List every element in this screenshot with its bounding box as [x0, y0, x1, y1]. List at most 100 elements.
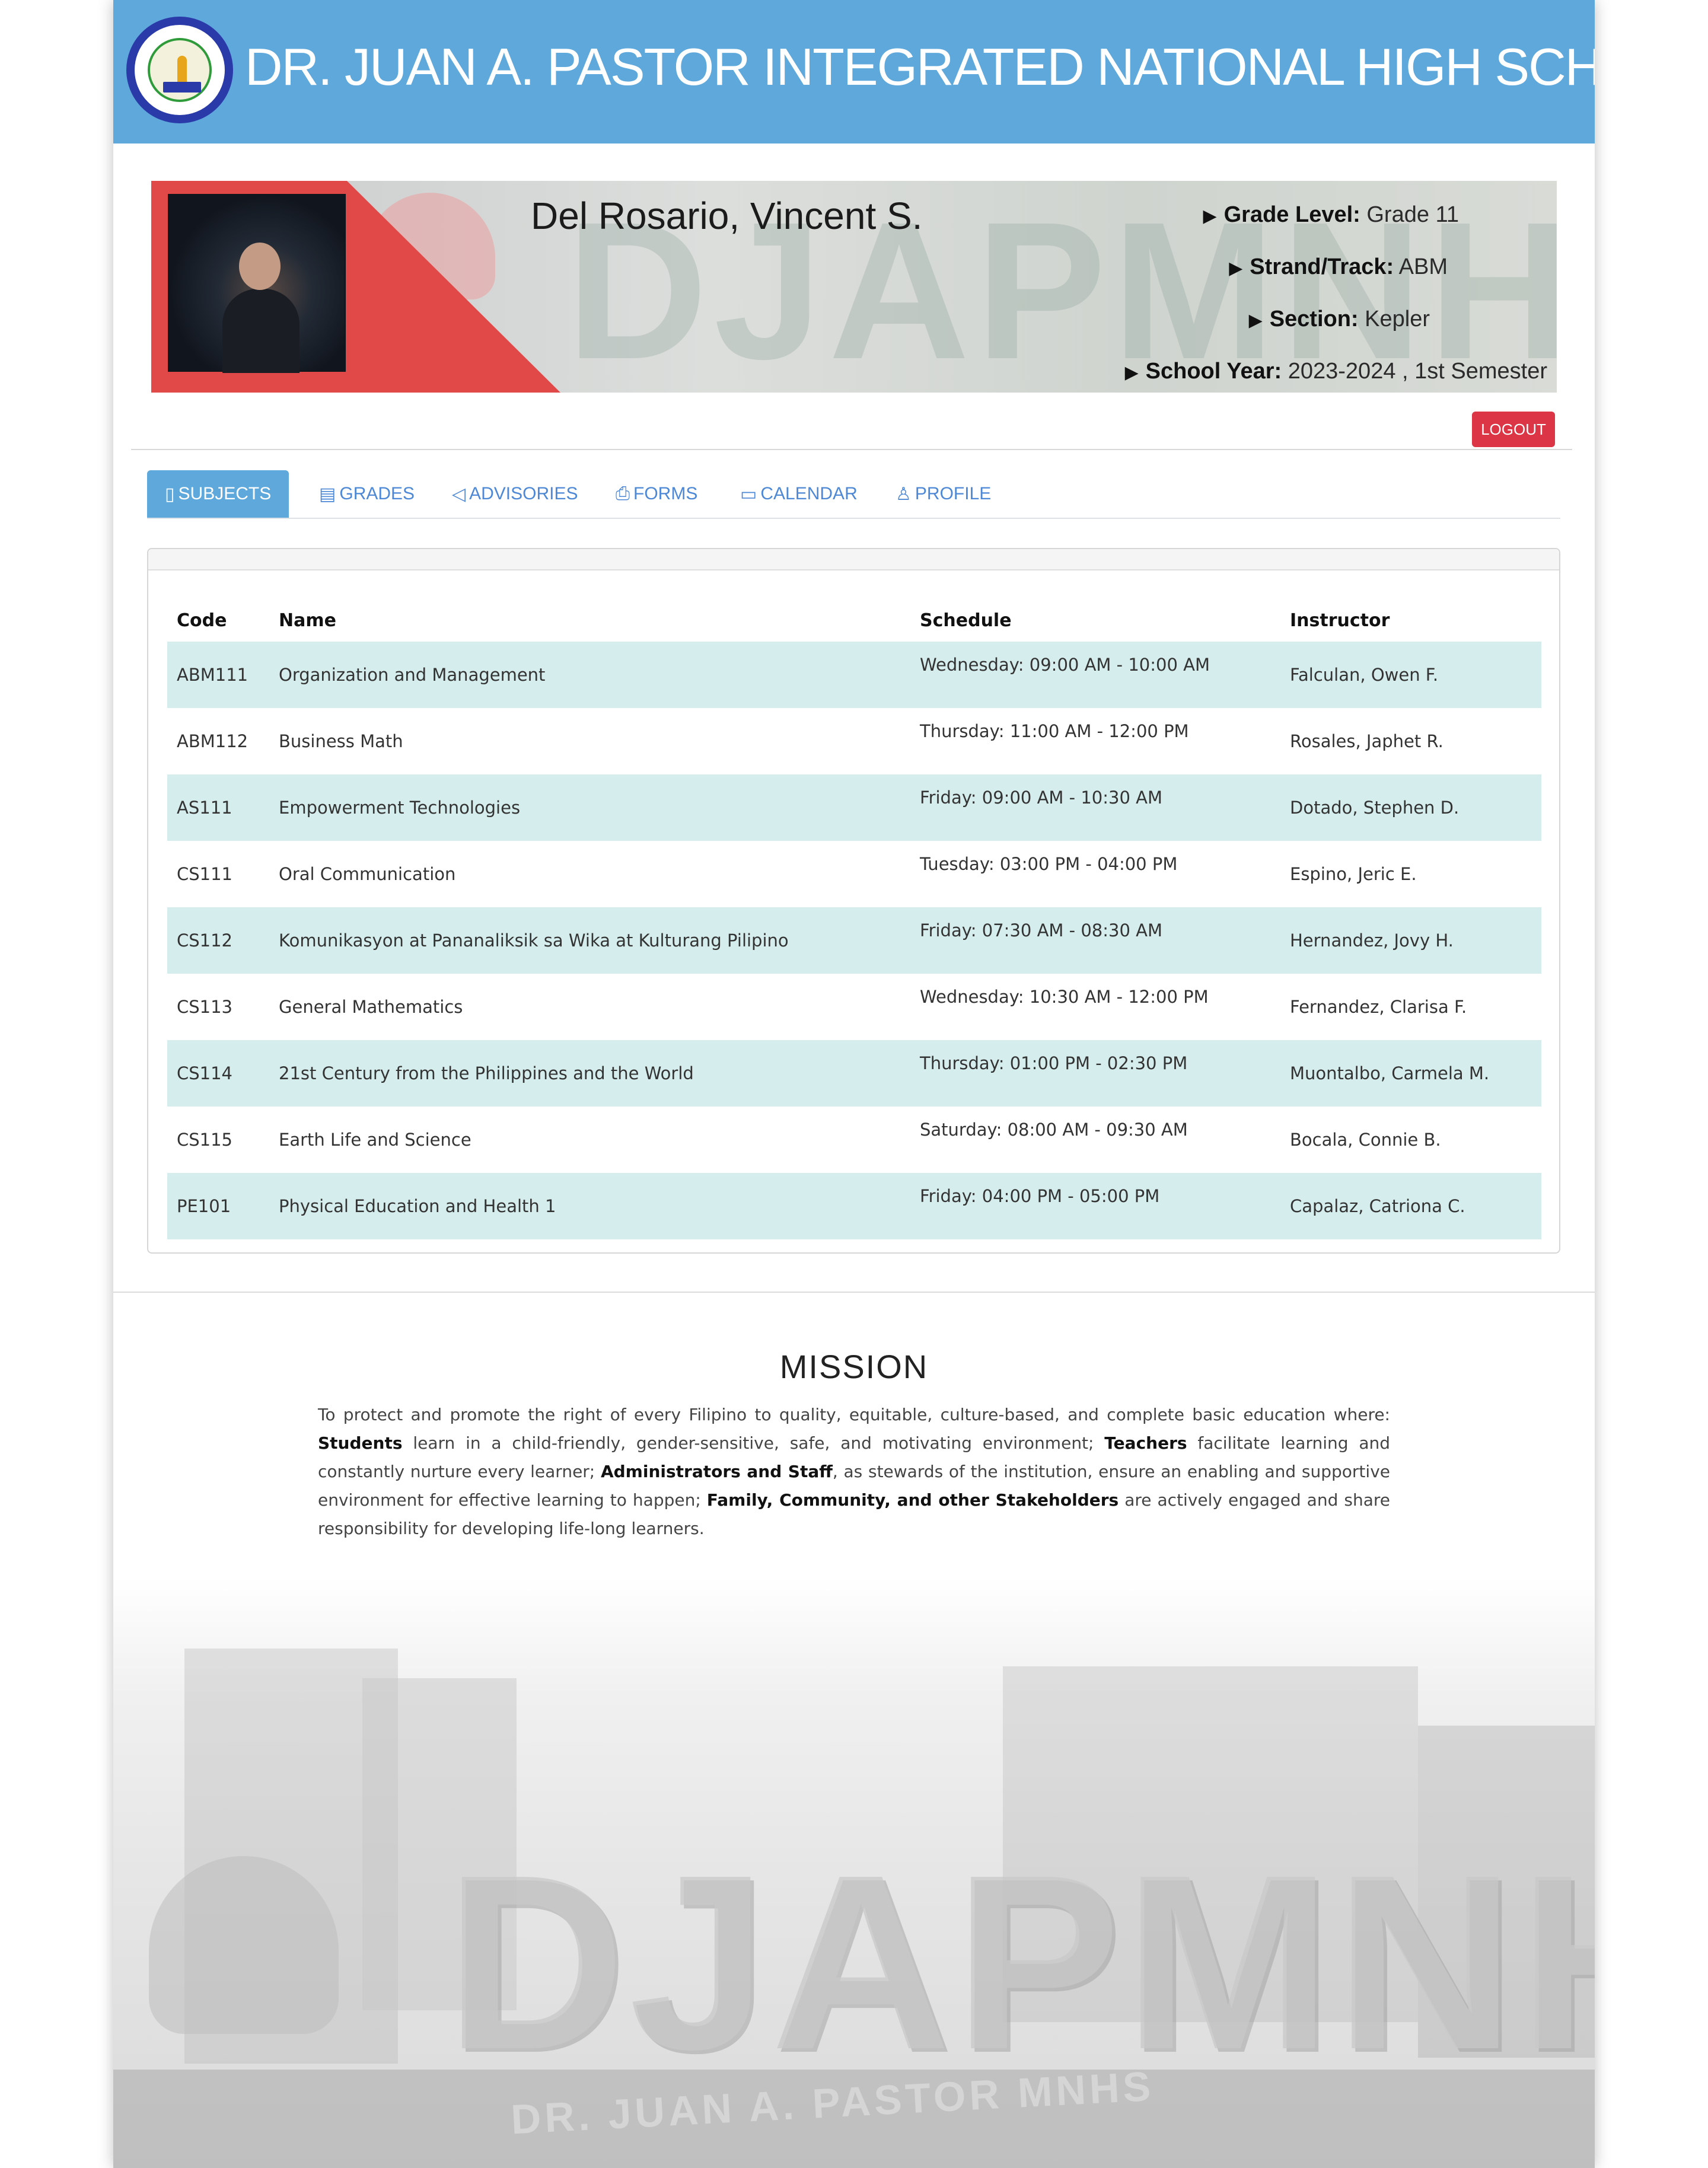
subject-code: CS112 — [167, 907, 269, 974]
column-header-name: Name — [279, 610, 336, 631]
user-icon: ♙ — [896, 484, 912, 504]
tab-advisories[interactable]: ◁ ADVISORIES — [452, 470, 578, 518]
subject-name: Organization and Management — [269, 642, 910, 708]
mission-intro: To protect and promote the right of ever… — [318, 1405, 1390, 1424]
tab-forms[interactable]: ⎙ FORMS — [616, 470, 697, 518]
school-year-value: 2023-2024 , 1st Semester — [1288, 359, 1547, 384]
grades-icon: ▤ — [319, 484, 336, 504]
subject-schedule: Tuesday: 03:00 PM - 04:00 PM — [920, 854, 1178, 874]
table-row: CS115 Earth Life and Science Saturday: 0… — [167, 1107, 1541, 1173]
subject-name: 21st Century from the Philippines and th… — [269, 1040, 910, 1107]
page: DR. JUAN A. PASTOR INTEGRATED NATIONAL H… — [113, 0, 1595, 2168]
avatar — [168, 194, 346, 373]
megaphone-icon: ◁ — [452, 484, 466, 504]
table-row: CS112 Komunikasyon at Pananaliksik sa Wi… — [167, 907, 1541, 974]
printer-icon: ⎙ — [616, 484, 630, 503]
subject-name: Oral Communication — [279, 864, 456, 884]
subject-code: AS111 — [167, 774, 269, 841]
student-name: Del Rosario, Vincent S. — [531, 195, 923, 237]
grade-level-label: Grade Level: — [1223, 202, 1360, 227]
mission-title: MISSION — [779, 1348, 929, 1385]
subject-code: CS115 — [177, 1130, 233, 1150]
table-row: CS111 Oral Communication Tuesday: 03:00 … — [167, 841, 1541, 907]
tab-label: FORMS — [633, 484, 698, 503]
school-name: DR. JUAN A. PASTOR INTEGRATED NATIONAL H… — [245, 37, 1595, 96]
card-header — [148, 549, 1559, 570]
subject-code: ABM112 — [177, 731, 248, 751]
subject-code: PE101 — [167, 1173, 269, 1239]
subject-instructor: Bocala, Connie B. — [1290, 1130, 1441, 1150]
strand-label: Strand/Track: — [1250, 254, 1394, 279]
mission-students-label: Students — [318, 1433, 403, 1453]
subjects-table: Code Name Schedule Instructor ABM111 Org… — [167, 579, 1541, 1239]
subject-schedule: Thursday: 11:00 AM - 12:00 PM — [920, 721, 1189, 741]
caret-right-icon: ▶ — [1248, 311, 1263, 330]
school-year-info: ▶ School Year: 2023-2024 , 1st Semester — [1125, 359, 1547, 384]
table-row: CS114 21st Century from the Philippines … — [167, 1040, 1541, 1107]
subject-name: Empowerment Technologies — [269, 774, 910, 841]
table-row: PE101 Physical Education and Health 1 Fr… — [167, 1173, 1541, 1239]
subject-name: General Mathematics — [279, 997, 463, 1017]
subject-instructor: Espino, Jeric E. — [1290, 864, 1417, 884]
column-header-schedule: Schedule — [920, 610, 1012, 631]
tab-label: PROFILE — [914, 484, 992, 503]
table-row: CS113 General Mathematics Wednesday: 10:… — [167, 974, 1541, 1040]
subject-code: CS113 — [177, 997, 233, 1017]
table-row: ABM111 Organization and Management Wedne… — [167, 642, 1541, 708]
subject-code: CS114 — [167, 1040, 269, 1107]
subjects-icon: ▯ — [165, 484, 175, 504]
subject-name: Komunikasyon at Pananaliksik sa Wika at … — [269, 907, 910, 974]
subject-schedule: Friday: 07:30 AM - 08:30 AM — [910, 907, 1280, 974]
subject-code: ABM111 — [167, 642, 269, 708]
school-year-label: School Year: — [1145, 359, 1282, 384]
campus-sign-letters: DJAPMNHS — [445, 1823, 1595, 2102]
mission-teachers-label: Teachers — [1104, 1433, 1187, 1453]
subject-code: CS111 — [177, 864, 233, 884]
caret-right-icon: ▶ — [1124, 363, 1139, 382]
tab-profile[interactable]: ♙ PROFILE — [896, 470, 991, 518]
subject-schedule: Friday: 09:00 AM - 10:30 AM — [910, 774, 1280, 841]
nav-tabs: ▯ SUBJECTS ▤ GRADES ◁ ADVISORIES ⎙ FORMS ▭ CA… — [147, 470, 1560, 519]
subject-schedule: Thursday: 01:00 PM - 02:30 PM — [910, 1040, 1280, 1107]
table-row: ABM112 Business Math Thursday: 11:00 AM … — [167, 708, 1541, 774]
caret-right-icon: ▶ — [1229, 259, 1243, 278]
table-header-row: Code Name Schedule Instructor — [167, 579, 1541, 642]
school-logo — [126, 17, 233, 123]
subject-instructor: Dotado, Stephen D. — [1280, 774, 1541, 841]
section-value: Kepler — [1365, 307, 1430, 331]
tab-calendar[interactable]: ▭ CALENDAR — [740, 470, 858, 518]
tab-label: ADVISORIES — [469, 484, 578, 503]
subject-instructor: Capalaz, Catriona C. — [1280, 1173, 1541, 1239]
tab-label: SUBJECTS — [178, 484, 272, 503]
profile-banner: DJAPMNHS Del Rosario, Vincent S. ▶Grade … — [151, 181, 1557, 393]
grade-level-value: Grade 11 — [1366, 202, 1459, 227]
calendar-icon: ▭ — [740, 484, 757, 504]
section-info: ▶ Section: Kepler — [1249, 307, 1430, 332]
logout-button[interactable]: LOGOUT — [1472, 412, 1555, 447]
tab-subjects[interactable]: ▯ SUBJECTS — [147, 470, 289, 518]
table-row: AS111 Empowerment Technologies Friday: 0… — [167, 774, 1541, 841]
campus-background-image: DJAPMNHS DR. JUAN A. PASTOR MNHS — [113, 1577, 1595, 2168]
campus-heart-decoration — [149, 1856, 339, 2034]
subject-schedule: Friday: 04:00 PM - 05:00 PM — [910, 1173, 1280, 1239]
column-header-instructor: Instructor — [1290, 610, 1390, 631]
mission-text: To protect and promote the right of ever… — [318, 1401, 1390, 1543]
subject-name: Business Math — [279, 731, 403, 751]
subjects-card: Code Name Schedule Instructor ABM111 Org… — [147, 548, 1560, 1254]
tab-label: CALENDAR — [760, 484, 858, 503]
grade-level-info: ▶ Grade Level: Grade 11 — [1203, 202, 1459, 228]
tab-label: GRADES — [339, 484, 415, 503]
subject-instructor: Rosales, Japhet R. — [1290, 731, 1443, 751]
divider — [131, 449, 1572, 450]
subject-instructor: Hernandez, Jovy H. — [1280, 907, 1541, 974]
mission-students-text: learn in a child-friendly, gender-sensit… — [402, 1433, 1105, 1453]
subject-name: Earth Life and Science — [279, 1130, 471, 1150]
caret-right-icon: ▶ — [1203, 206, 1217, 226]
section-label: Section: — [1269, 307, 1359, 331]
subject-schedule: Wednesday: 10:30 AM - 12:00 PM — [920, 987, 1209, 1007]
subject-name: Physical Education and Health 1 — [269, 1173, 910, 1239]
tab-grades[interactable]: ▤ GRADES — [319, 470, 415, 518]
subject-instructor: Muontalbo, Carmela M. — [1280, 1040, 1541, 1107]
site-header: DR. JUAN A. PASTOR INTEGRATED NATIONAL H… — [113, 0, 1595, 144]
subject-schedule: Wednesday: 09:00 AM - 10:00 AM — [910, 642, 1280, 708]
